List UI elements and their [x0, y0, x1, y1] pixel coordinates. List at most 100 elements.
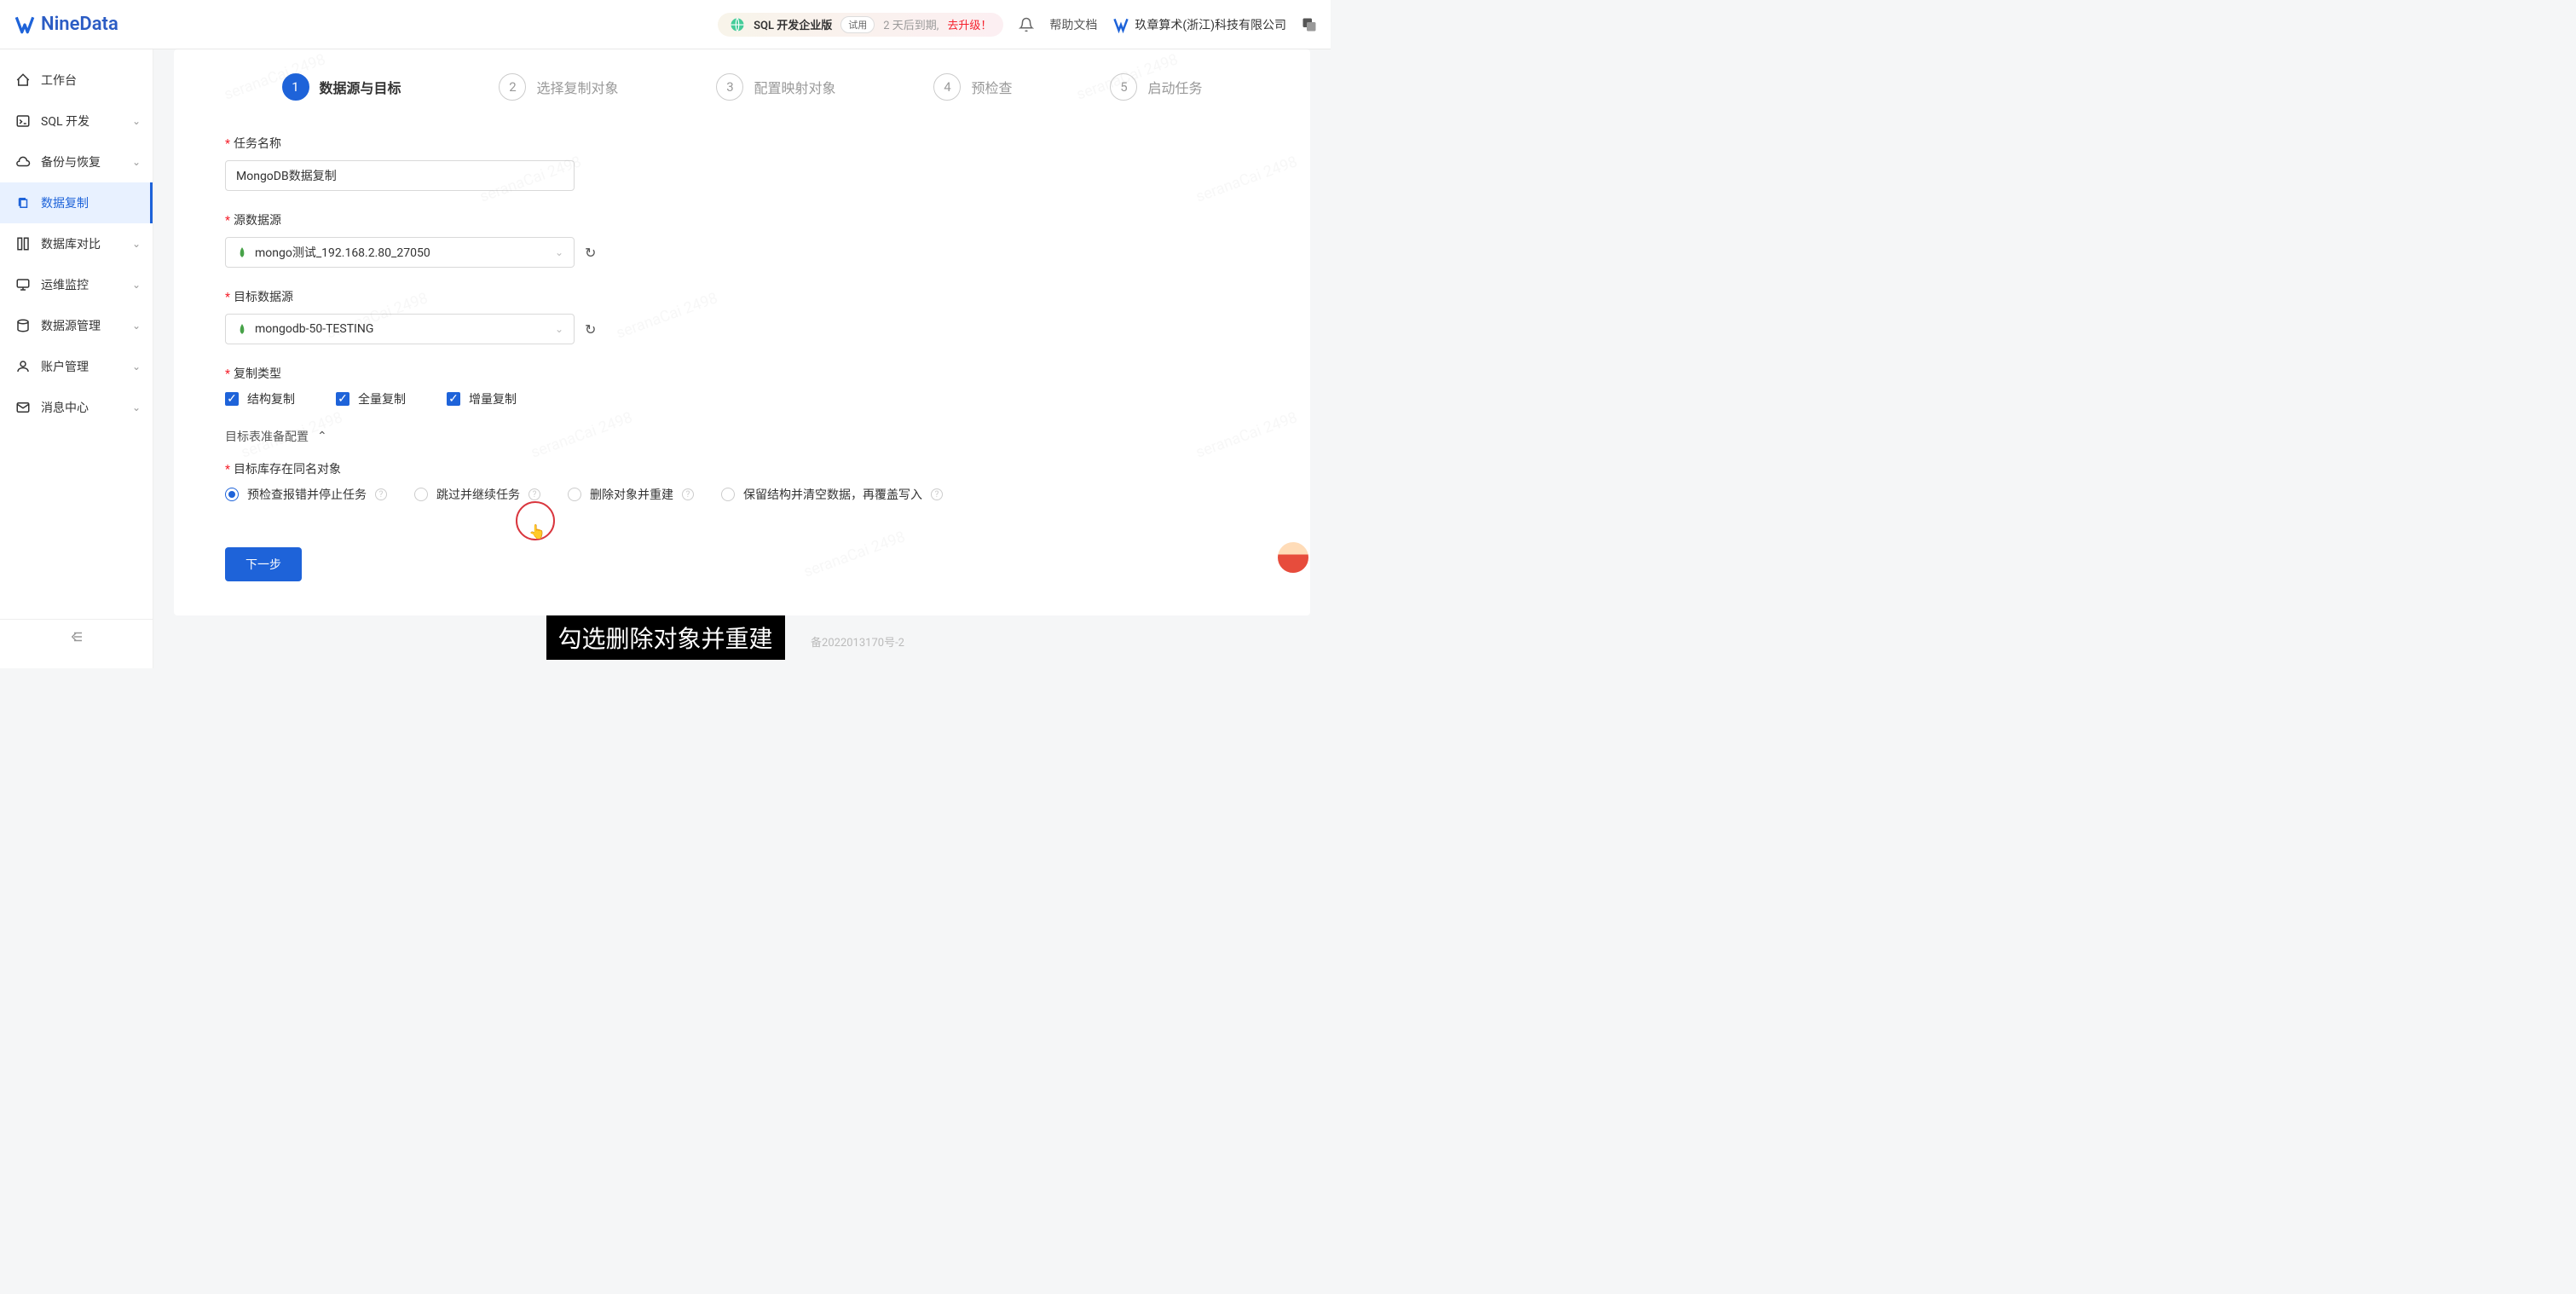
checkbox-checked-icon: ✓	[225, 392, 239, 406]
subtitle-bar: 勾选删除对象并重建	[546, 615, 784, 660]
compare-icon	[15, 236, 31, 251]
help-icon[interactable]: ?	[528, 488, 540, 500]
support-avatar[interactable]	[1276, 540, 1310, 575]
chevron-down-icon: ⌄	[132, 320, 141, 332]
label-same-name: *目标库存在同名对象	[225, 460, 958, 477]
plan-title: SQL 开发企业版	[754, 16, 832, 32]
org-name[interactable]: 玖章算术(浙江)科技有限公司	[1112, 16, 1286, 33]
trial-tag: 试用	[840, 16, 875, 33]
radio-skip[interactable]: 跳过并继续任务 ?	[414, 486, 540, 503]
checkbox-incremental[interactable]: ✓ 增量复制	[447, 390, 517, 407]
next-button[interactable]: 下一步	[225, 547, 302, 581]
checkbox-checked-icon: ✓	[336, 392, 349, 406]
home-icon	[15, 72, 31, 88]
sidebar-item-sql-dev[interactable]: SQL 开发 ⌄	[0, 101, 153, 142]
form-group-source: *源数据源 mongo测试_192.168.2.80_27050 ⌄ ↻	[225, 211, 958, 268]
step-2: 2 选择复制对象	[499, 73, 618, 101]
monitor-icon	[15, 277, 31, 292]
chevron-down-icon: ⌄	[132, 279, 141, 291]
help-icon[interactable]: ?	[931, 488, 943, 500]
sidebar-item-workbench[interactable]: 工作台	[0, 60, 153, 101]
database-icon	[15, 318, 31, 333]
label-target: *目标数据源	[225, 288, 958, 305]
label-copy-type: *复制类型	[225, 365, 958, 382]
radio-icon	[414, 488, 428, 501]
sidebar-item-monitor[interactable]: 运维监控 ⌄	[0, 264, 153, 305]
bell-icon[interactable]	[1019, 17, 1034, 32]
task-name-input[interactable]	[225, 160, 575, 191]
mongo-icon	[236, 246, 248, 258]
step-title: 预检查	[971, 77, 1012, 97]
step-title: 启动任务	[1147, 77, 1202, 97]
chevron-down-icon: ⌄	[555, 246, 563, 258]
step-circle: 2	[499, 73, 526, 101]
step-circle: 3	[716, 73, 743, 101]
checkbox-checked-icon: ✓	[447, 392, 460, 406]
content-card: 1 数据源与目标 2 选择复制对象 3 配置映射对象 4 预检查 5 启动任	[174, 49, 1310, 615]
plan-banner[interactable]: SQL 开发企业版 试用 2 天后到期, 去升级！	[718, 13, 1003, 37]
terminal-icon	[15, 113, 31, 129]
step-circle: 4	[933, 73, 961, 101]
chevron-down-icon: ⌄	[132, 401, 141, 413]
refresh-icon[interactable]: ↻	[585, 321, 596, 338]
label-source: *源数据源	[225, 211, 958, 228]
globe-icon	[730, 17, 745, 32]
step-title: 选择复制对象	[536, 77, 618, 97]
sidebar-item-datasource[interactable]: 数据源管理 ⌄	[0, 305, 153, 346]
chevron-down-icon: ⌄	[132, 361, 141, 373]
checkbox-full[interactable]: ✓ 全量复制	[336, 390, 406, 407]
radio-icon	[568, 488, 581, 501]
sidebar-item-backup[interactable]: 备份与恢复 ⌄	[0, 142, 153, 182]
sidebar-item-message[interactable]: 消息中心 ⌄	[0, 387, 153, 428]
radio-precheck-stop[interactable]: 预检查报错并停止任务 ?	[225, 486, 387, 503]
target-select[interactable]: mongodb-50-TESTING ⌄	[225, 314, 575, 344]
help-icon[interactable]: ?	[375, 488, 387, 500]
collapse-icon	[69, 629, 84, 644]
chevron-down-icon: ⌄	[132, 238, 141, 250]
radio-keep-overwrite[interactable]: 保留结构并清空数据，再覆盖写入 ?	[721, 486, 943, 503]
step-title: 配置映射对象	[754, 77, 835, 97]
prep-config-collapse[interactable]: 目标表准备配置 ⌃	[225, 428, 958, 445]
chevron-down-icon: ⌄	[132, 115, 141, 127]
radio-selected-icon	[225, 488, 239, 501]
logo-icon	[14, 14, 36, 36]
steps: 1 数据源与目标 2 选择复制对象 3 配置映射对象 4 预检查 5 启动任	[282, 73, 1203, 101]
sidebar-collapse[interactable]	[0, 619, 153, 653]
org-icon	[1112, 16, 1129, 33]
sidebar-item-data-copy[interactable]: 数据复制	[0, 182, 153, 223]
sidebar-item-db-compare[interactable]: 数据库对比 ⌄	[0, 223, 153, 264]
form-group-same-name: *目标库存在同名对象 预检查报错并停止任务 ? 跳过并继续任务 ?	[225, 460, 958, 503]
cloud-icon	[15, 154, 31, 170]
sidebar-item-account[interactable]: 账户管理 ⌄	[0, 346, 153, 387]
copy-icon	[15, 195, 31, 211]
mongo-icon	[236, 323, 248, 335]
mail-icon	[15, 400, 31, 415]
form-section: *任务名称 *源数据源 mongo测试_192.168.2.80_27050	[225, 135, 958, 581]
logo[interactable]: NineData	[14, 14, 118, 36]
refresh-icon[interactable]: ↻	[585, 245, 596, 261]
translate-icon[interactable]	[1302, 17, 1317, 32]
help-icon[interactable]: ?	[682, 488, 694, 500]
chevron-down-icon: ⌄	[132, 156, 141, 168]
content: 1 数据源与目标 2 选择复制对象 3 配置映射对象 4 预检查 5 启动任	[153, 49, 1331, 668]
radio-delete-rebuild[interactable]: 删除对象并重建 ?	[568, 486, 694, 503]
form-group-copy-type: *复制类型 ✓ 结构复制 ✓ 全量复制 ✓ 增量复制	[225, 365, 958, 407]
source-select[interactable]: mongo测试_192.168.2.80_27050 ⌄	[225, 237, 575, 268]
step-5: 5 启动任务	[1110, 73, 1202, 101]
radio-icon	[721, 488, 735, 501]
step-title: 数据源与目标	[320, 77, 401, 97]
header-right: SQL 开发企业版 试用 2 天后到期, 去升级！ 帮助文档 玖章算术(浙江)科…	[718, 13, 1317, 37]
label-task-name: *任务名称	[225, 135, 958, 152]
header: NineData SQL 开发企业版 试用 2 天后到期, 去升级！ 帮助文档 …	[0, 0, 1331, 49]
step-1: 1 数据源与目标	[282, 73, 401, 101]
logo-text: NineData	[41, 14, 118, 35]
step-circle: 1	[282, 73, 309, 101]
sidebar: 工作台 SQL 开发 ⌄ 备份与恢复 ⌄ 数据复制 数据库对比 ⌄ 运维监控 ⌄	[0, 49, 153, 668]
upgrade-link[interactable]: 去升级！	[947, 16, 991, 32]
help-link[interactable]: 帮助文档	[1049, 16, 1097, 33]
chevron-down-icon: ⌄	[555, 323, 563, 335]
user-icon	[15, 359, 31, 374]
step-3: 3 配置映射对象	[716, 73, 835, 101]
checkbox-structure[interactable]: ✓ 结构复制	[225, 390, 295, 407]
step-4: 4 预检查	[933, 73, 1012, 101]
